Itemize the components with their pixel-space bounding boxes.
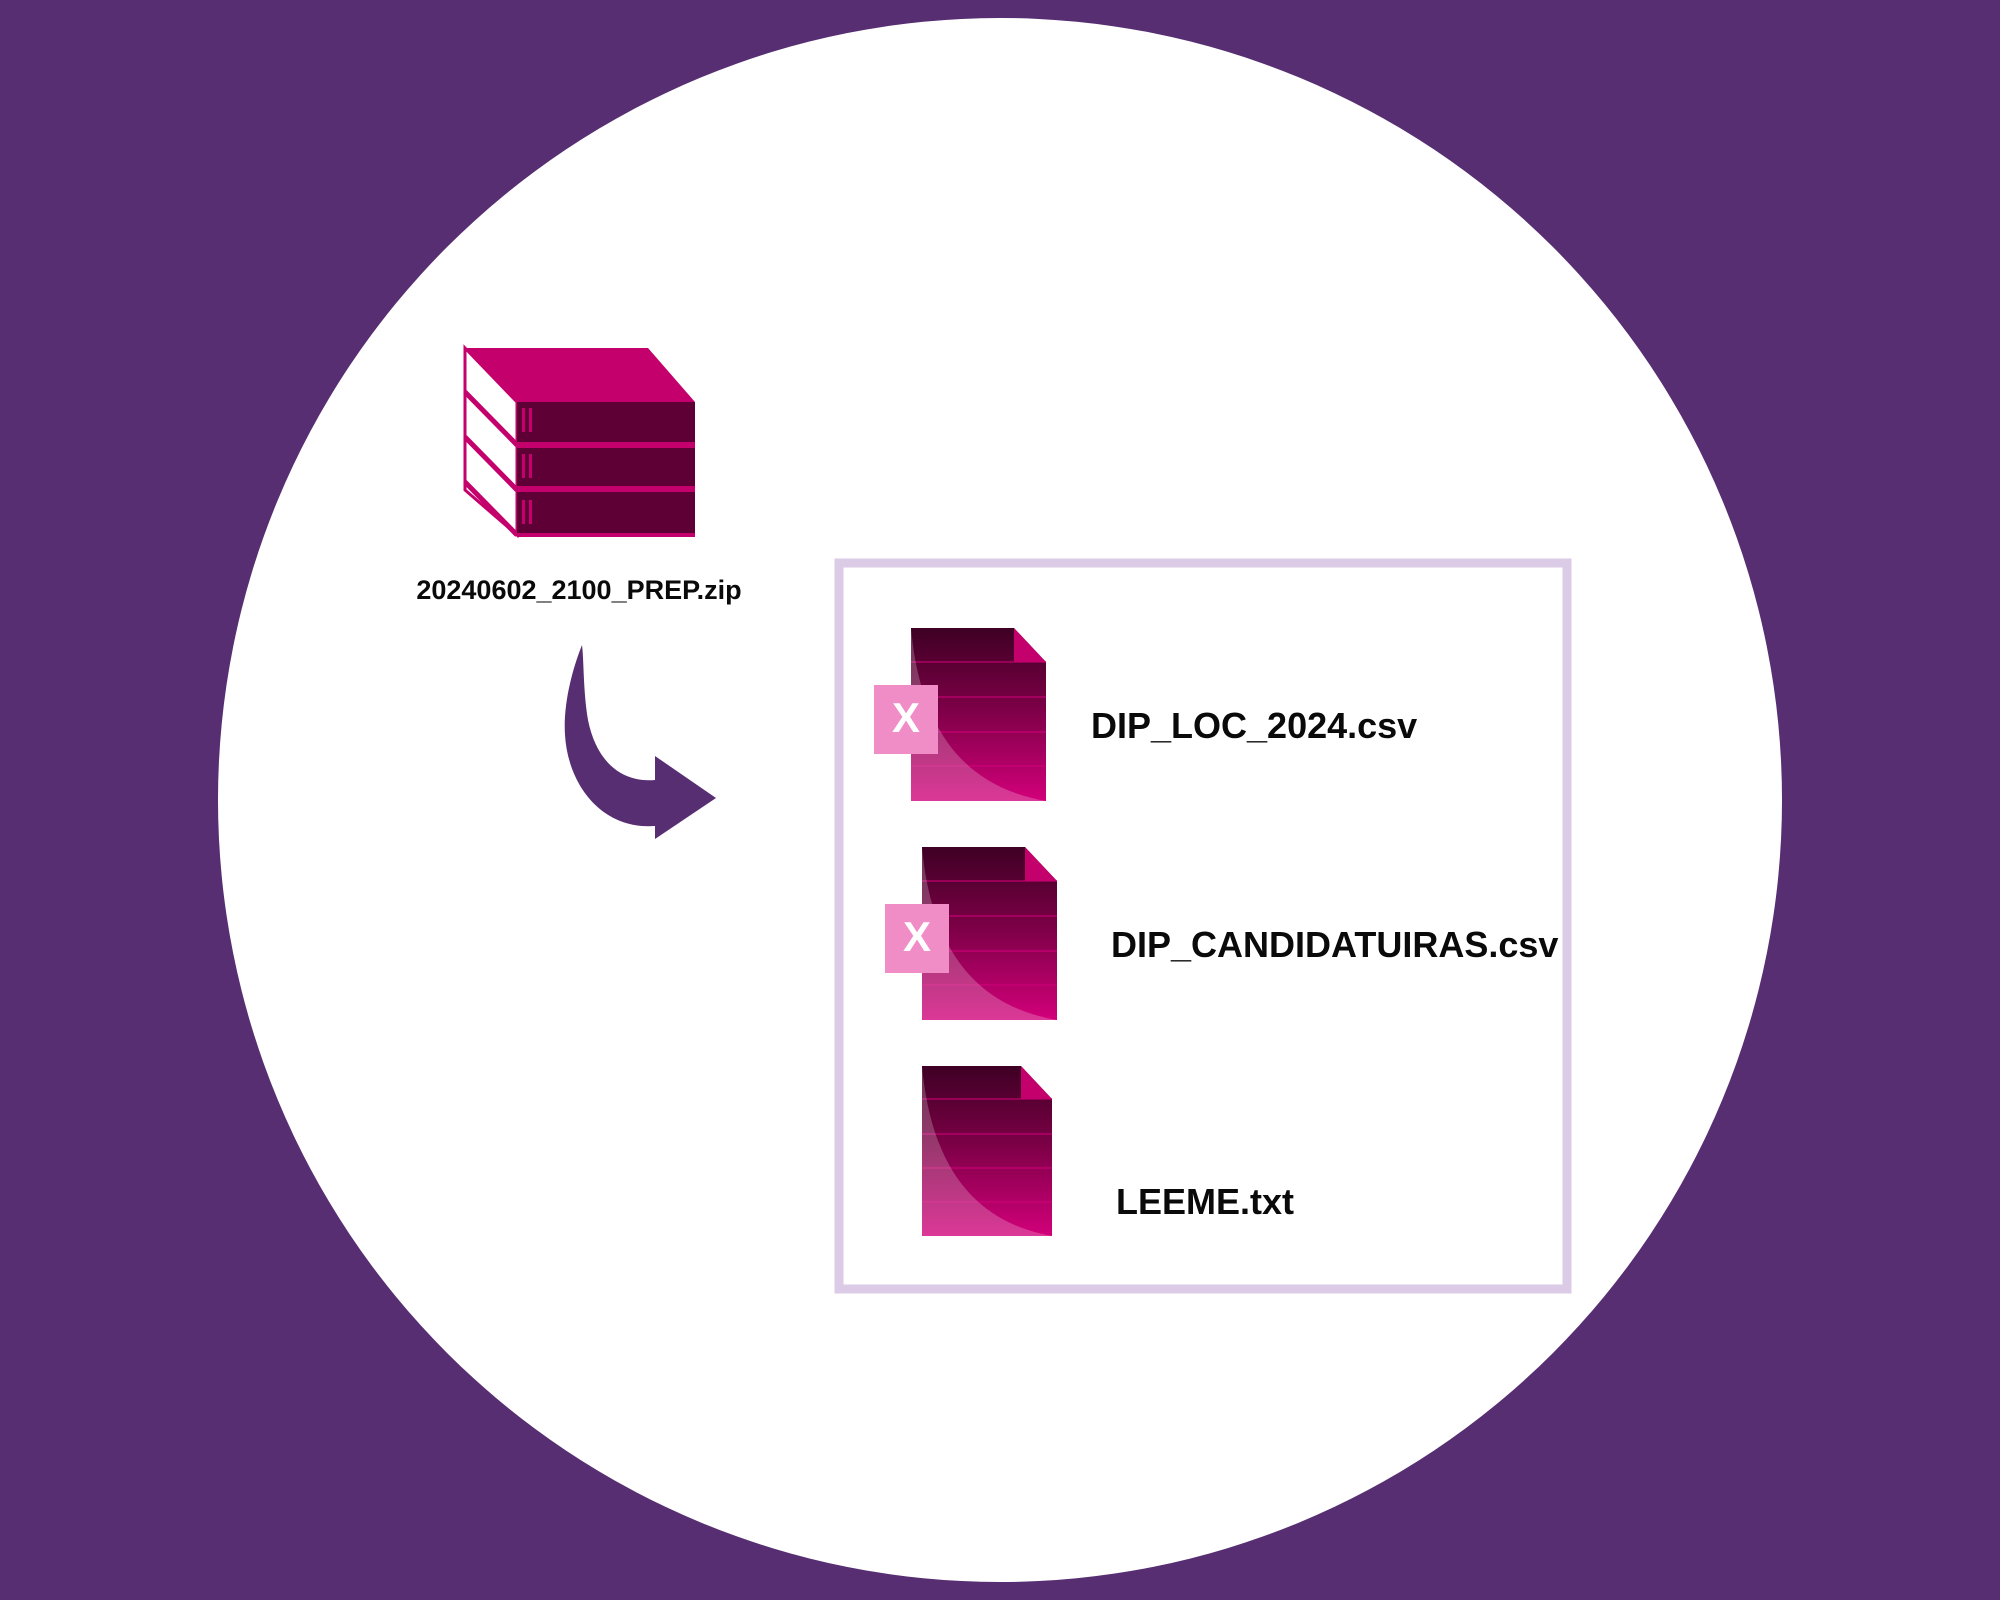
file-name-3[interactable]: LEEME.txt bbox=[1116, 1181, 1294, 1222]
zip-archive-icon[interactable] bbox=[463, 344, 695, 539]
svg-text:X: X bbox=[903, 913, 931, 960]
zip-filename: 20240602_2100_PREP.zip bbox=[416, 575, 741, 605]
file-name-2[interactable]: DIP_CANDIDATUIRAS.csv bbox=[1111, 924, 1558, 965]
excel-badge-icon: X bbox=[874, 685, 938, 754]
extraction-diagram: 20240602_2100_PREP.zip X DIP_LOC_2024.cs… bbox=[218, 18, 1782, 1582]
text-document-icon bbox=[922, 1066, 1052, 1236]
file-name-1[interactable]: DIP_LOC_2024.csv bbox=[1091, 705, 1417, 746]
svg-text:X: X bbox=[892, 694, 920, 741]
excel-badge-icon: X bbox=[885, 904, 949, 973]
